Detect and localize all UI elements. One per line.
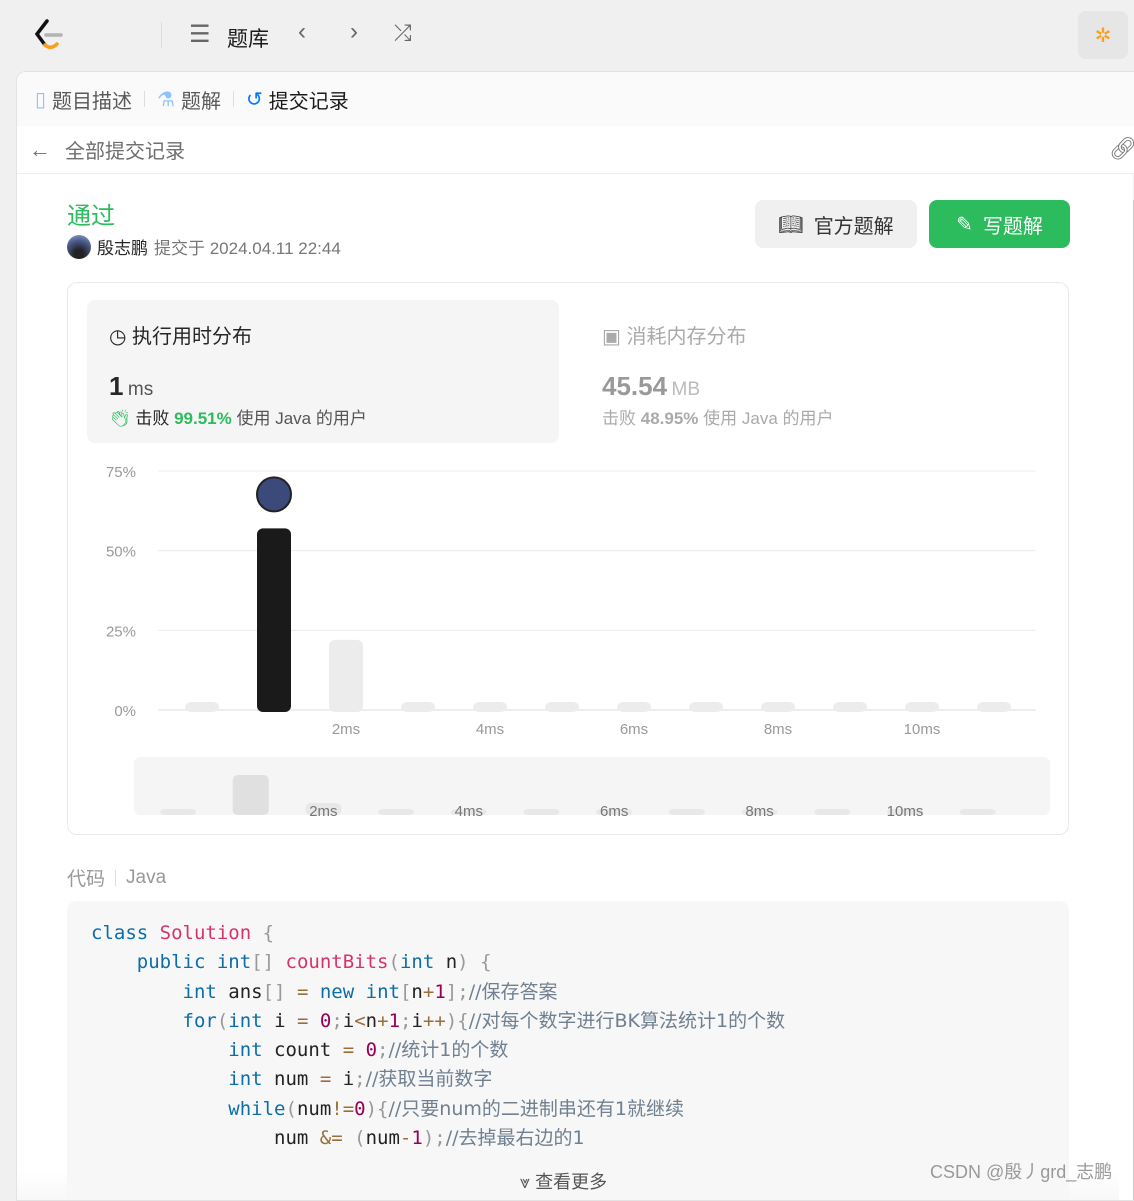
bar — [401, 702, 435, 712]
problem-list-link[interactable]: 题库 — [227, 23, 269, 53]
mini-bar — [668, 809, 705, 815]
list-icon[interactable]: ☰ — [189, 20, 211, 49]
mini-bar — [378, 809, 415, 815]
x-tick-label: 10ms — [904, 721, 941, 738]
avatar[interactable] — [67, 234, 91, 259]
mini-bar — [232, 775, 269, 815]
next-icon[interactable]: › — [350, 18, 358, 46]
bar — [833, 702, 867, 712]
bar — [689, 702, 723, 712]
write-solution-button[interactable]: ✎ 写题解 — [929, 200, 1070, 248]
bar — [257, 528, 291, 712]
leetcode-logo[interactable] — [33, 18, 63, 50]
submitted-time: 提交于 2024.04.11 22:44 — [154, 239, 341, 258]
mini-bar — [160, 809, 196, 815]
user-name[interactable]: 殷志鹏 — [97, 234, 148, 259]
book-icon: 📖︎ — [778, 213, 804, 236]
x-tick-label: 4ms — [476, 721, 504, 738]
x-tick-label: 6ms — [620, 721, 648, 738]
y-tick-label: 0% — [114, 703, 136, 720]
document-icon: ▯ — [35, 88, 47, 111]
y-tick-label: 50% — [106, 544, 136, 561]
code-language: Java — [126, 866, 167, 888]
y-tick-label: 75% — [106, 464, 136, 481]
bug-lock-icon: ✲ — [1094, 24, 1112, 47]
mini-bar — [959, 809, 996, 815]
shuffle-icon[interactable]: ⤮ — [394, 20, 412, 46]
bar — [473, 702, 507, 712]
top-bar: ☰ 题库 ‹ › ⤮ ✲ — [0, 0, 1134, 70]
bar — [329, 639, 363, 712]
tab-description[interactable]: ▯ 题目描述 — [35, 85, 132, 114]
tab-label: 题目描述 — [52, 90, 133, 113]
chevron-down-icon: ⩔ — [520, 1172, 531, 1192]
distribution-card: ◷ 执行用时分布 1 ms 👏︎ 击败 99.51% 使用 Java 的用户 ▣… — [67, 282, 1069, 835]
tab-label: 题解 — [180, 90, 221, 113]
bar — [185, 702, 219, 712]
tab-label: 提交记录 — [268, 90, 349, 113]
bar — [905, 702, 939, 712]
history-icon: ↺ — [245, 88, 263, 111]
back-arrow-icon[interactable]: ← — [29, 137, 51, 163]
tab-bar: ▯ 题目描述 ⚗ 题解 ↺ 提交记录 — [17, 72, 1134, 126]
prev-icon[interactable]: ‹ — [298, 18, 306, 46]
code-block: class Solution { public int[] countBits(… — [67, 901, 1069, 1200]
show-more-label: 查看更多 — [535, 1172, 608, 1192]
mini-x-tick-label: 6ms — [600, 803, 628, 820]
bar — [977, 702, 1011, 712]
all-submissions-link[interactable]: 全部提交记录 — [65, 135, 185, 164]
official-solution-button[interactable]: 📖︎ 官方题解 — [755, 200, 917, 248]
code-label: 代码 — [67, 869, 106, 890]
x-tick-label: 2ms — [332, 721, 360, 738]
main-panel: ▯题目描述 ⚗题解 ↺提交记录 ← 全部提交记录 🔗︎ 通过 殷志鹏 提交于 2… — [16, 71, 1134, 1201]
bar — [617, 702, 651, 712]
submission-subheader: ← 全部提交记录 🔗︎ — [17, 126, 1134, 174]
bar — [761, 702, 795, 712]
bar — [545, 702, 579, 712]
flask-icon: ⚗ — [157, 88, 175, 111]
mini-bar — [814, 809, 851, 815]
user-avatar-marker — [256, 476, 292, 513]
mini-x-tick-label: 8ms — [745, 803, 773, 820]
tab-submissions[interactable]: ↺ 提交记录 — [246, 85, 349, 114]
tab-solutions[interactable]: ⚗ 题解 — [157, 85, 221, 114]
mini-x-tick-label: 10ms — [887, 803, 924, 820]
x-tick-label: 8ms — [764, 721, 792, 738]
show-more-button[interactable]: ⩔ 查看更多 — [520, 1168, 607, 1194]
button-label: 写题解 — [982, 215, 1043, 238]
link-icon[interactable]: 🔗︎ — [1109, 136, 1134, 162]
mini-x-tick-label: 4ms — [455, 803, 483, 820]
watermark: CSDN @殷丿grd_志鹏 — [930, 1162, 1113, 1182]
y-tick-label: 25% — [106, 623, 136, 640]
mini-bar — [523, 809, 560, 815]
button-label: 官方题解 — [813, 215, 894, 238]
mini-x-tick-label: 2ms — [309, 803, 337, 820]
runtime-chart[interactable]: 0% 25% 50% 75% 2ms 4ms 6ms 8ms 10ms 2ms 4ms 6ms 8ms 1… — [68, 283, 1070, 836]
edit-icon: ✎ — [956, 213, 973, 236]
debug-button[interactable]: ✲ — [1078, 11, 1128, 59]
status-text: 通过 — [67, 203, 115, 230]
